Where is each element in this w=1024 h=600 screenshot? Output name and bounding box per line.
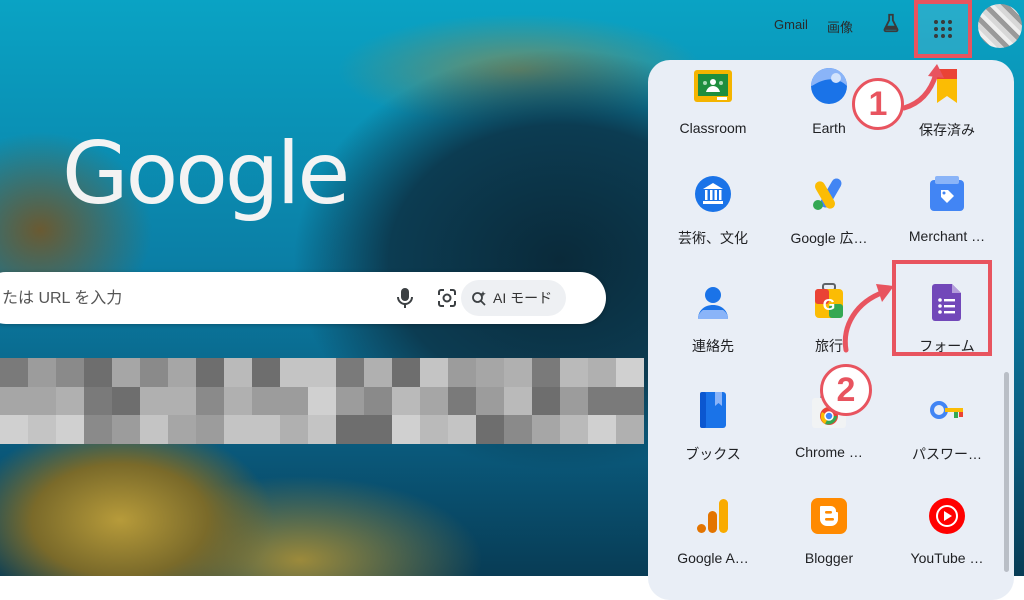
voice-search-icon[interactable] bbox=[395, 286, 415, 310]
youtube-music-icon bbox=[929, 498, 965, 534]
app-label: YouTube … bbox=[910, 550, 984, 566]
app-label: ブックス bbox=[685, 446, 741, 462]
blogger-icon bbox=[811, 498, 847, 534]
google-apps-button[interactable] bbox=[914, 0, 972, 58]
redacted-mosaic bbox=[0, 358, 644, 445]
forms-highlight-box bbox=[892, 260, 992, 356]
panel-scrollbar[interactable] bbox=[1004, 372, 1009, 572]
apps-grid-icon bbox=[934, 20, 952, 38]
google-ads-icon bbox=[813, 178, 842, 210]
labs-flask-icon[interactable] bbox=[880, 12, 902, 34]
account-avatar[interactable] bbox=[978, 4, 1022, 48]
app-arts-culture[interactable]: 芸術、文化 bbox=[654, 174, 772, 264]
contacts-icon bbox=[698, 287, 728, 319]
books-icon bbox=[700, 392, 726, 428]
step2-arrow-icon bbox=[842, 284, 894, 353]
ai-mode-label: AI モード bbox=[493, 290, 553, 306]
password-manager-icon bbox=[930, 401, 963, 419]
images-link[interactable]: 画像 bbox=[827, 17, 853, 36]
arts-culture-icon bbox=[695, 176, 731, 212]
step2-number: 2 bbox=[836, 370, 856, 409]
app-contacts[interactable]: 連絡先 bbox=[654, 282, 772, 372]
search-input[interactable] bbox=[0, 286, 364, 312]
ai-mode-button[interactable]: AI モード bbox=[461, 280, 567, 316]
search-box[interactable]: AI モード bbox=[0, 272, 606, 324]
app-label: パスワー… bbox=[912, 446, 982, 462]
app-label: Chrome … bbox=[795, 444, 863, 460]
app-label: Google 広… bbox=[790, 230, 868, 246]
app-books[interactable]: ブックス bbox=[654, 390, 772, 480]
ai-sparkle-search-icon bbox=[472, 291, 486, 306]
app-label: Blogger bbox=[804, 550, 854, 566]
app-youtube-music[interactable]: YouTube … bbox=[888, 496, 1006, 586]
merchant-center-icon bbox=[930, 176, 964, 211]
app-label: 保存済み bbox=[919, 122, 975, 138]
google-logo: Google bbox=[62, 124, 350, 224]
step1-number: 1 bbox=[868, 84, 888, 123]
step2-badge: 2 bbox=[820, 364, 872, 416]
app-google-analytics[interactable]: Google A… bbox=[654, 496, 772, 586]
app-label: Classroom bbox=[679, 120, 747, 136]
classroom-icon bbox=[694, 70, 732, 102]
app-classroom[interactable]: Classroom bbox=[654, 66, 772, 156]
app-label: 芸術、文化 bbox=[678, 230, 748, 246]
gmail-link[interactable]: Gmail bbox=[774, 17, 808, 32]
earth-icon bbox=[811, 68, 847, 104]
app-password-manager[interactable]: パスワー… bbox=[888, 390, 1006, 480]
app-label: 連絡先 bbox=[692, 338, 734, 354]
app-blogger[interactable]: Blogger bbox=[770, 496, 888, 586]
step1-arrow-icon bbox=[901, 64, 944, 111]
google-lens-icon[interactable] bbox=[436, 287, 458, 309]
app-label: Google A… bbox=[677, 550, 749, 566]
app-label: Merchant … bbox=[908, 228, 986, 244]
google-analytics-icon bbox=[697, 499, 728, 533]
app-google-ads[interactable]: Google 広… bbox=[770, 174, 888, 264]
app-merchant-center[interactable]: Merchant … bbox=[888, 174, 1006, 264]
